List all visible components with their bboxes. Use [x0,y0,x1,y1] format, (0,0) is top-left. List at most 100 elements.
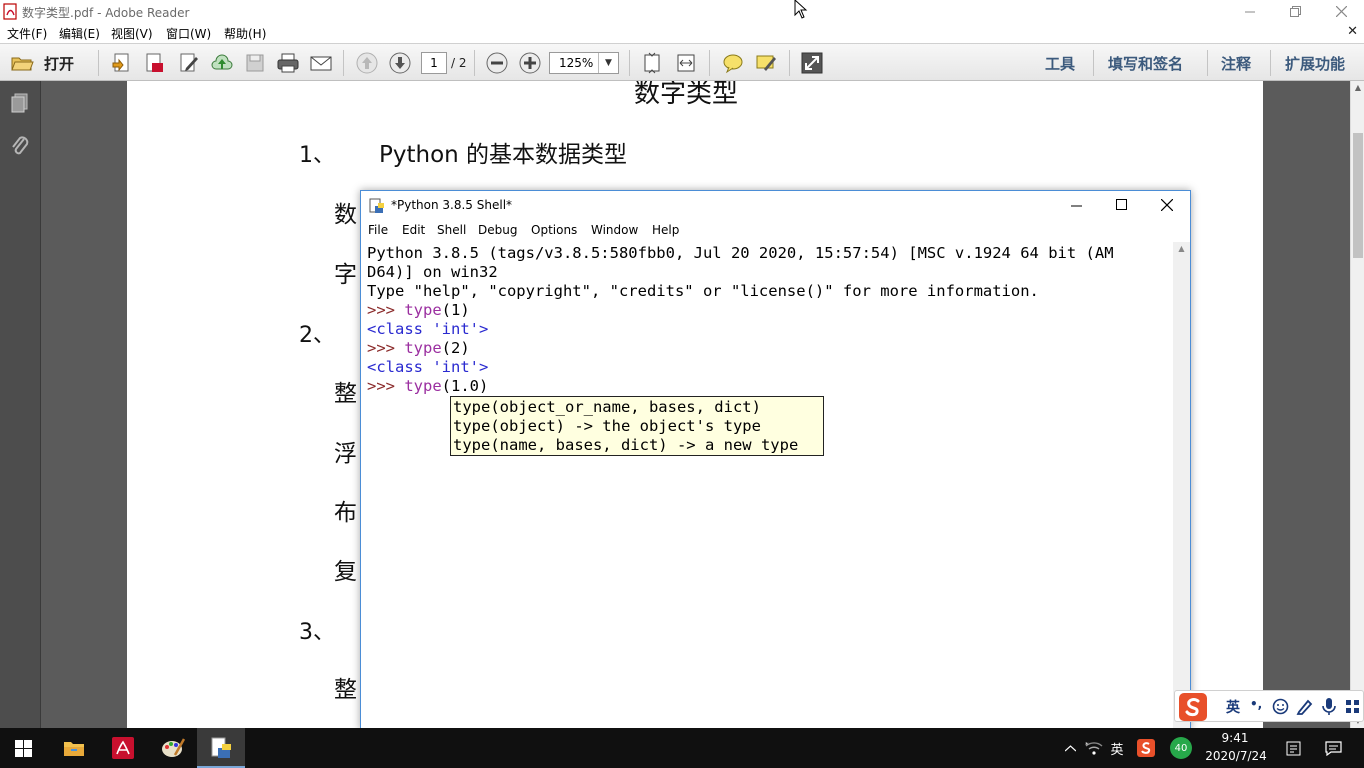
adobe-reader-icon [112,737,134,759]
adobe-titlebar: 数字类型.pdf - Adobe Reader [0,0,1364,23]
open-button[interactable]: 打开 [44,53,74,74]
sogou-logo-icon[interactable] [1179,693,1207,721]
calltip-line: type(object_or_name, bases, dict) [453,398,761,416]
open-folder-icon[interactable] [10,51,34,75]
tools-tab[interactable]: 工具 [1045,53,1075,74]
banner-line: Python 3.8.5 (tags/v3.8.5:580fbb0, Jul 2… [367,244,1114,262]
menu-edit[interactable]: 编辑(E) [59,25,100,42]
fill-sign-tab[interactable]: 填写和签名 [1108,53,1183,74]
input-line[interactable]: >>> type(1.0) [367,377,1175,396]
shell-menu-edit[interactable]: Edit [402,223,425,237]
section-number: 3、 [299,620,335,645]
toolbar-separator [1270,50,1271,76]
banner-line: Type "help", "copyright", "credits" or "… [367,282,1039,300]
pdf-heading: 数字类型 [634,81,739,109]
menu-help[interactable]: 帮助(H) [224,25,266,42]
extensions-tab[interactable]: 扩展功能 [1285,53,1345,74]
taskbar-file-explorer[interactable] [50,728,98,768]
menu-view[interactable]: 视图(V) [111,25,153,42]
close-button[interactable] [1318,0,1364,23]
attachment-icon[interactable] [8,133,32,157]
export-pdf-icon[interactable] [143,51,167,75]
prompt: >>> [367,377,405,395]
menu-file[interactable]: 文件(F) [7,25,47,42]
shell-menu-window[interactable]: Window [591,223,638,237]
notes-icon[interactable] [1282,728,1304,768]
toolbar-separator [629,50,630,76]
fit-page-icon[interactable] [640,51,664,75]
scroll-up-icon[interactable]: ▲ [1351,81,1364,95]
comment-tab[interactable]: 注释 [1221,53,1251,74]
highlight-icon[interactable] [754,51,778,75]
document-scrollbar[interactable]: ▲ ▼ [1350,81,1364,728]
page-thumbnails-icon[interactable] [8,91,32,115]
upload-cloud-icon[interactable] [210,51,234,75]
create-pdf-icon[interactable] [110,51,134,75]
restore-button[interactable] [1272,0,1318,23]
email-icon[interactable] [309,51,333,75]
taskbar-adobe-reader[interactable] [99,728,147,768]
shell-menu-debug[interactable]: Debug [478,223,517,237]
tray-chevron-up-icon[interactable] [1062,728,1078,768]
tray-security-badge[interactable]: 40 [1168,728,1194,768]
taskbar-python-idle[interactable] [197,728,245,768]
scrollbar-thumb[interactable] [1353,133,1363,258]
input-line: >>> type(2) [367,339,1175,358]
chevron-down-icon[interactable]: ▼ [598,53,618,73]
shell-menu-file[interactable]: File [368,223,388,237]
grid-menu-icon[interactable] [1345,699,1360,714]
page-number-input[interactable]: 1 [421,52,447,74]
body-char: 字 [334,262,357,288]
next-page-icon[interactable] [388,51,412,75]
zoom-in-icon[interactable] [518,51,542,75]
builtin-name: type [404,377,442,395]
action-center-icon[interactable] [1321,728,1345,768]
wifi-icon[interactable]: * [1083,728,1105,768]
windows-logo-icon [15,740,32,757]
scroll-up-icon[interactable]: ▲ [1173,242,1190,256]
clock-date[interactable]: 2020/7/24 [1204,749,1268,763]
clock-time[interactable]: 9:41 [1210,731,1260,745]
section-number: 1、 [299,143,335,168]
tray-input-language[interactable]: 英 [1108,728,1126,768]
edit-pdf-icon[interactable] [177,51,201,75]
save-icon[interactable] [243,51,267,75]
zoom-select[interactable]: 125% ▼ [549,52,619,74]
idle-icon [211,737,231,758]
close-icon[interactable] [1161,199,1173,211]
taskbar-paint[interactable] [148,728,196,768]
tray-sogou-icon[interactable] [1135,728,1157,768]
shell-menu-options[interactable]: Options [531,223,577,237]
toolbar-separator [1093,50,1094,76]
comment-icon[interactable] [721,51,745,75]
handwriting-icon[interactable] [1296,698,1313,715]
shell-output[interactable]: Python 3.8.5 (tags/v3.8.5:580fbb0, Jul 2… [367,244,1175,396]
window-title: 数字类型.pdf - Adobe Reader [22,6,190,20]
builtin-name: type [404,339,442,357]
shell-menu-help[interactable]: Help [652,223,679,237]
output-line: <class 'int'> [367,320,489,338]
fit-width-icon[interactable] [674,51,698,75]
ime-mode[interactable]: 英 [1226,697,1240,717]
close-document-button[interactable]: ✕ [1347,24,1358,39]
minimize-button[interactable] [1227,0,1273,23]
shell-menu-shell[interactable]: Shell [437,223,466,237]
maximize-icon[interactable] [1116,199,1127,210]
emoji-icon[interactable] [1272,698,1289,715]
zoom-out-icon[interactable] [485,51,509,75]
toolbar-separator [789,50,790,76]
print-icon[interactable] [276,51,300,75]
output-line: <class 'int'> [367,358,489,376]
menu-window[interactable]: 窗口(W) [166,25,211,42]
body-char: 浮 [334,441,357,467]
ime-punctuation[interactable]: •, [1250,697,1262,711]
shell-scrollbar[interactable]: ▲ [1173,242,1190,731]
navigation-pane [0,81,41,728]
start-button[interactable] [0,728,48,768]
prompt: >>> [367,301,405,319]
previous-page-icon[interactable] [355,51,379,75]
fullscreen-icon[interactable] [800,51,824,75]
body-char: 整 [334,381,357,407]
minimize-icon[interactable] [1071,201,1082,212]
microphone-icon[interactable] [1321,697,1337,716]
